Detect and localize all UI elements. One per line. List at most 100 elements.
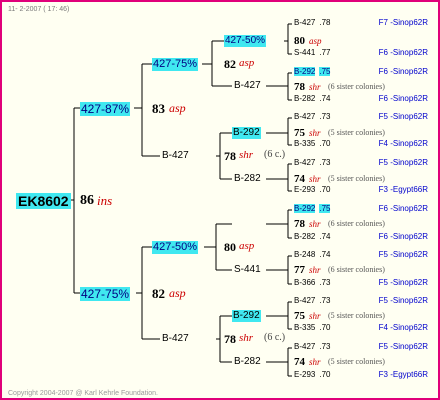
leaf-queen-id[interactable]: B-292 bbox=[294, 204, 316, 213]
leaf-row: B-335 .70 bbox=[294, 140, 330, 148]
gen3-number: 75 bbox=[294, 310, 305, 322]
leaf-location[interactable]: F6 -Sinop62R bbox=[379, 205, 428, 213]
gen3-race: shr bbox=[309, 128, 321, 138]
leaf-location[interactable]: F5 -Sinop62R bbox=[379, 159, 428, 167]
gen1-queen-id[interactable]: 427-87% bbox=[80, 102, 131, 116]
leaf-location[interactable]: F3 -Egypt66R bbox=[379, 186, 428, 194]
root-race: ins bbox=[97, 193, 113, 208]
leaf-score: .73 bbox=[319, 158, 331, 167]
leaf-location[interactable]: F5 -Sinop62R bbox=[379, 343, 428, 351]
leaf-row: B-292.75 bbox=[294, 204, 331, 213]
leaf-location[interactable]: F4 -Sinop62R bbox=[379, 140, 428, 148]
leaf-row: B-282 .74 bbox=[294, 233, 330, 241]
leaf-queen-id[interactable]: B-427 bbox=[294, 18, 315, 27]
leaf-location[interactable]: F4 -Sinop62R bbox=[379, 324, 428, 332]
gen1-number: 82 bbox=[152, 286, 165, 301]
leaf-queen-id[interactable]: B-248 bbox=[294, 250, 315, 259]
leaf-queen-id[interactable]: E-293 bbox=[294, 370, 315, 379]
gen2-mother-id: B-427 bbox=[234, 80, 261, 91]
gen3-colony-count: (5 sister colonies) bbox=[328, 357, 385, 366]
leaf-queen-id[interactable]: B-335 bbox=[294, 323, 315, 332]
leaf-location[interactable]: F5 -Sinop62R bbox=[379, 113, 428, 121]
leaf-location[interactable]: F5 -Sinop62R bbox=[379, 251, 428, 259]
leaf-queen-id[interactable]: B-292 bbox=[294, 67, 316, 76]
gen3-number: 78 bbox=[294, 218, 305, 230]
leaf-location[interactable]: F6 -Sinop62R bbox=[379, 68, 428, 76]
leaf-score: .77 bbox=[319, 48, 331, 57]
leaf-queen-id[interactable]: B-427 bbox=[294, 296, 315, 305]
leaf-queen-id[interactable]: S-441 bbox=[294, 48, 315, 57]
leaf-queen-id[interactable]: B-366 bbox=[294, 278, 315, 287]
gen2-queen-id[interactable]: 427-50% bbox=[152, 241, 199, 254]
gen3-number: 74 bbox=[294, 356, 305, 368]
root-queen-id[interactable]: EK8602 bbox=[16, 193, 71, 209]
leaf-score: .74 bbox=[319, 232, 331, 241]
leaf-queen-id[interactable]: B-427 bbox=[294, 342, 315, 351]
leaf-row: B-427 .73 bbox=[294, 343, 330, 351]
leaf-location[interactable]: F5 -Sinop62R bbox=[379, 279, 428, 287]
gen1-race: asp bbox=[169, 286, 186, 300]
gen3-race: shr bbox=[309, 82, 321, 92]
leaf-score: .70 bbox=[319, 323, 331, 332]
gen3-race: shr bbox=[309, 219, 321, 229]
gen3-number: 78 bbox=[294, 81, 305, 93]
gen2-race: shr bbox=[239, 332, 254, 344]
leaf-queen-id[interactable]: E-293 bbox=[294, 185, 315, 194]
footer-copyright: Copyright 2004-2007 @ Karl Kehrle Founda… bbox=[8, 390, 158, 397]
gen2-number: 82 bbox=[224, 57, 236, 71]
leaf-queen-id[interactable]: B-427 bbox=[294, 112, 315, 121]
leaf-queen-id[interactable]: B-282 bbox=[294, 232, 315, 241]
gen3-colony-count: (5 sister colonies) bbox=[328, 311, 385, 320]
leaf-row: B-427 .73 bbox=[294, 297, 330, 305]
leaf-row: E-293 .70 bbox=[294, 371, 330, 379]
gen2-queen-id[interactable]: B-292 bbox=[232, 310, 261, 322]
leaf-queen-id[interactable]: B-427 bbox=[294, 158, 315, 167]
leaf-queen-id[interactable]: B-282 bbox=[294, 94, 315, 103]
leaf-score: .70 bbox=[319, 370, 331, 379]
gen2-colony-count: (6 c.) bbox=[264, 332, 286, 343]
gen2-queen-id[interactable]: B-292 bbox=[232, 127, 261, 139]
gen2-queen-id[interactable]: 427-75% bbox=[152, 58, 199, 71]
gen1-queen-id[interactable]: 427-75% bbox=[80, 287, 131, 301]
header-timestamp: 11- 2-2007 ( 17: 46) bbox=[8, 6, 70, 13]
gen3-colony-count: (6 sister colonies) bbox=[328, 82, 385, 91]
leaf-score: .73 bbox=[319, 296, 331, 305]
gen2-number: 78 bbox=[224, 149, 236, 163]
gen2-number: 78 bbox=[224, 332, 236, 346]
gen3-race: shr bbox=[309, 174, 321, 184]
leaf-score: .70 bbox=[319, 185, 331, 194]
gen3-race: asp bbox=[309, 36, 322, 46]
gen1-mother-id: B-427 bbox=[162, 150, 189, 161]
leaf-score: .73 bbox=[319, 278, 331, 287]
leaf-queen-id[interactable]: B-335 bbox=[294, 139, 315, 148]
gen2-race: asp bbox=[239, 240, 255, 252]
gen3-colony-count: (5 sister colonies) bbox=[328, 128, 385, 137]
leaf-location[interactable]: F3 -Egypt66R bbox=[379, 371, 428, 379]
gen2-mother-id: S-441 bbox=[234, 264, 261, 275]
leaf-location[interactable]: F5 -Sinop62R bbox=[379, 297, 428, 305]
leaf-score: .75 bbox=[319, 67, 331, 76]
leaf-score: .74 bbox=[319, 94, 331, 103]
gen3-race: shr bbox=[309, 311, 321, 321]
gen2-race: shr bbox=[239, 149, 254, 161]
gen3-race: shr bbox=[309, 265, 321, 275]
gen2-race: asp bbox=[239, 57, 255, 69]
gen2-mother-id: B-282 bbox=[234, 173, 261, 184]
gen3-queen-id[interactable]: 427-50% bbox=[224, 35, 267, 47]
leaf-location[interactable]: F6 -Sinop62R bbox=[379, 49, 428, 57]
leaf-score: .73 bbox=[319, 342, 331, 351]
gen1-race: asp bbox=[169, 101, 186, 115]
root-number: 86 bbox=[80, 193, 94, 208]
gen3-number: 75 bbox=[294, 127, 305, 139]
leaf-location[interactable]: F7 -Sinop62R bbox=[379, 19, 428, 27]
gen3-colony-count: (5 sister colonies) bbox=[328, 174, 385, 183]
gen3-colony-count: (6 sister colonies) bbox=[328, 265, 385, 274]
gen1-mother-id: B-427 bbox=[162, 333, 189, 344]
leaf-location[interactable]: F6 -Sinop62R bbox=[379, 233, 428, 241]
gen3-number: 77 bbox=[294, 264, 305, 276]
leaf-row: B-366 .73 bbox=[294, 279, 330, 287]
leaf-location[interactable]: F6 -Sinop62R bbox=[379, 95, 428, 103]
leaf-row: B-427 .78 bbox=[294, 19, 330, 27]
gen2-mother-id: B-282 bbox=[234, 356, 261, 367]
leaf-row: B-335 .70 bbox=[294, 324, 330, 332]
